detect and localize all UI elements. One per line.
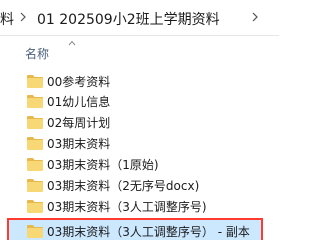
file-name: 03期末资料（2无序号docx) xyxy=(47,179,200,193)
file-name: 03期末资料（1原始) xyxy=(47,158,159,172)
address-bar[interactable]: 料 01 202509小2班上学期资料 xyxy=(0,0,279,36)
file-name: 03期末资料（3人工调整序号） - 副本 xyxy=(47,225,250,239)
chevron-right-icon[interactable] xyxy=(251,12,259,22)
sort-up-icon xyxy=(68,40,76,46)
file-name: 02每周计划 xyxy=(47,116,111,130)
file-explorer-window: 料 01 202509小2班上学期资料 名称 00参考资料 01幼儿信息 02每周计… xyxy=(0,0,279,240)
list-item[interactable]: 03期末资料（2无序号docx) xyxy=(0,176,279,196)
folder-icon xyxy=(27,200,43,213)
folder-icon xyxy=(27,95,43,108)
folder-icon xyxy=(27,179,43,192)
file-name: 03期末资料 xyxy=(47,137,111,151)
folder-icon xyxy=(27,158,43,171)
folder-icon xyxy=(27,137,43,150)
breadcrumb-current[interactable]: 01 202509小2班上学期资料 xyxy=(37,9,220,29)
list-item[interactable]: 03期末资料（3人工调整序号） - 副本 xyxy=(0,222,279,240)
folder-icon xyxy=(27,225,43,238)
list-item[interactable]: 02每周计划 xyxy=(0,113,279,133)
chevron-right-icon[interactable] xyxy=(19,12,27,22)
list-item[interactable]: 01幼儿信息 xyxy=(0,92,279,112)
folder-icon xyxy=(27,75,43,88)
folder-icon xyxy=(27,116,43,129)
file-name: 01幼儿信息 xyxy=(47,95,111,109)
column-header-name[interactable]: 名称 xyxy=(25,45,49,62)
file-name: 03期末资料（3人工调整序号) xyxy=(47,200,207,214)
file-name: 00参考资料 xyxy=(47,75,111,89)
breadcrumb-parent[interactable]: 料 xyxy=(0,9,14,29)
list-item[interactable]: 00参考资料 xyxy=(0,72,279,92)
list-item[interactable]: 03期末资料（3人工调整序号) xyxy=(0,197,279,217)
list-item[interactable]: 03期末资料 xyxy=(0,134,279,154)
list-item[interactable]: 03期末资料（1原始) xyxy=(0,155,279,175)
divider xyxy=(0,35,279,36)
